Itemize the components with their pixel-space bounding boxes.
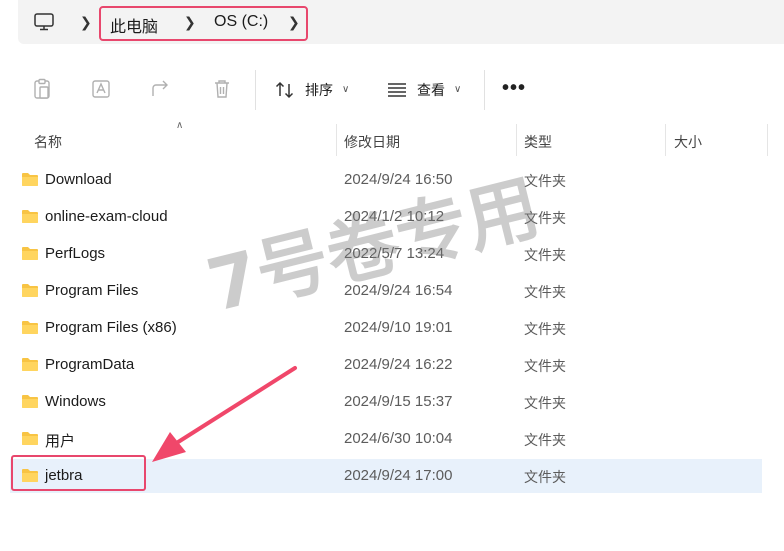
file-name: ProgramData (45, 356, 135, 373)
table-row[interactable]: Download 2024/9/24 16:50 文件夹 (10, 163, 762, 197)
folder-icon (22, 210, 38, 223)
folder-icon (22, 395, 38, 408)
folder-icon (22, 284, 38, 297)
sort-button[interactable]: 排序 (305, 80, 333, 100)
file-modified-date: 2024/9/15 15:37 (344, 393, 453, 410)
file-type: 文件夹 (524, 469, 566, 485)
toolbar-divider (484, 70, 485, 110)
file-modified-date: 2024/1/2 10:12 (344, 208, 445, 225)
folder-icon (22, 173, 38, 186)
file-name: Program Files (45, 282, 139, 299)
file-modified-date: 2024/6/30 10:04 (344, 430, 453, 447)
table-row[interactable]: Windows 2024/9/15 15:37 文件夹 (10, 385, 762, 419)
chevron-right-icon[interactable]: ❯ (80, 14, 92, 31)
file-type: 文件夹 (524, 432, 566, 448)
table-row[interactable]: PerfLogs 2022/5/7 13:24 文件夹 (10, 237, 762, 271)
paste-icon[interactable] (31, 78, 53, 100)
table-row[interactable]: Program Files 2024/9/24 16:54 文件夹 (10, 274, 762, 308)
column-header-size[interactable]: 大小 (674, 132, 702, 152)
column-divider[interactable] (336, 124, 337, 156)
file-modified-date: 2024/9/10 19:01 (344, 319, 453, 336)
folder-icon (22, 432, 38, 445)
table-row[interactable]: online-exam-cloud 2024/1/2 10:12 文件夹 (10, 200, 762, 234)
toolbar-divider (255, 70, 256, 110)
file-type: 文件夹 (524, 395, 566, 411)
rename-icon[interactable] (90, 78, 112, 100)
file-type: 文件夹 (524, 173, 566, 189)
file-modified-date: 2024/9/24 17:00 (344, 467, 453, 484)
column-header-type[interactable]: 类型 (524, 132, 552, 152)
file-type: 文件夹 (524, 247, 566, 263)
share-icon[interactable] (150, 78, 172, 100)
folder-icon (22, 247, 38, 260)
file-name: online-exam-cloud (45, 208, 168, 225)
file-type: 文件夹 (524, 358, 566, 374)
table-row[interactable]: Program Files (x86) 2024/9/10 19:01 文件夹 (10, 311, 762, 345)
computer-icon[interactable] (34, 13, 54, 31)
column-divider[interactable] (665, 124, 666, 156)
file-name: Windows (45, 393, 106, 410)
file-name: PerfLogs (45, 245, 106, 262)
more-options-button[interactable]: ••• (502, 77, 526, 100)
sort-icon[interactable] (274, 79, 296, 101)
file-name: 用户 (45, 433, 76, 450)
column-divider[interactable] (516, 124, 517, 156)
column-header-modified[interactable]: 修改日期 (344, 132, 400, 152)
file-modified-date: 2024/9/24 16:54 (344, 282, 453, 299)
table-row[interactable]: 用户 2024/6/30 10:04 文件夹 (10, 422, 762, 456)
column-divider (767, 124, 768, 156)
delete-icon[interactable] (211, 78, 233, 100)
file-type: 文件夹 (524, 321, 566, 337)
file-type: 文件夹 (524, 284, 566, 300)
file-modified-date: 2024/9/24 16:22 (344, 356, 453, 373)
file-type: 文件夹 (524, 210, 566, 226)
sort-ascending-icon: ∧ (176, 120, 184, 131)
selected-item-highlight-box (11, 455, 146, 491)
file-modified-date: 2024/9/24 16:50 (344, 171, 453, 188)
file-modified-date: 2022/5/7 13:24 (344, 245, 445, 262)
column-header-name[interactable]: 名称 (34, 132, 62, 152)
breadcrumb-highlight-box (99, 6, 308, 41)
view-icon[interactable] (386, 79, 408, 101)
folder-icon (22, 321, 38, 334)
file-name: Download (45, 171, 112, 188)
chevron-down-icon[interactable]: ∨ (454, 84, 461, 95)
file-name: Program Files (x86) (45, 319, 177, 336)
table-row[interactable]: ProgramData 2024/9/24 16:22 文件夹 (10, 348, 762, 382)
view-button[interactable]: 查看 (417, 80, 445, 100)
chevron-down-icon[interactable]: ∨ (342, 84, 349, 95)
folder-icon (22, 358, 38, 371)
